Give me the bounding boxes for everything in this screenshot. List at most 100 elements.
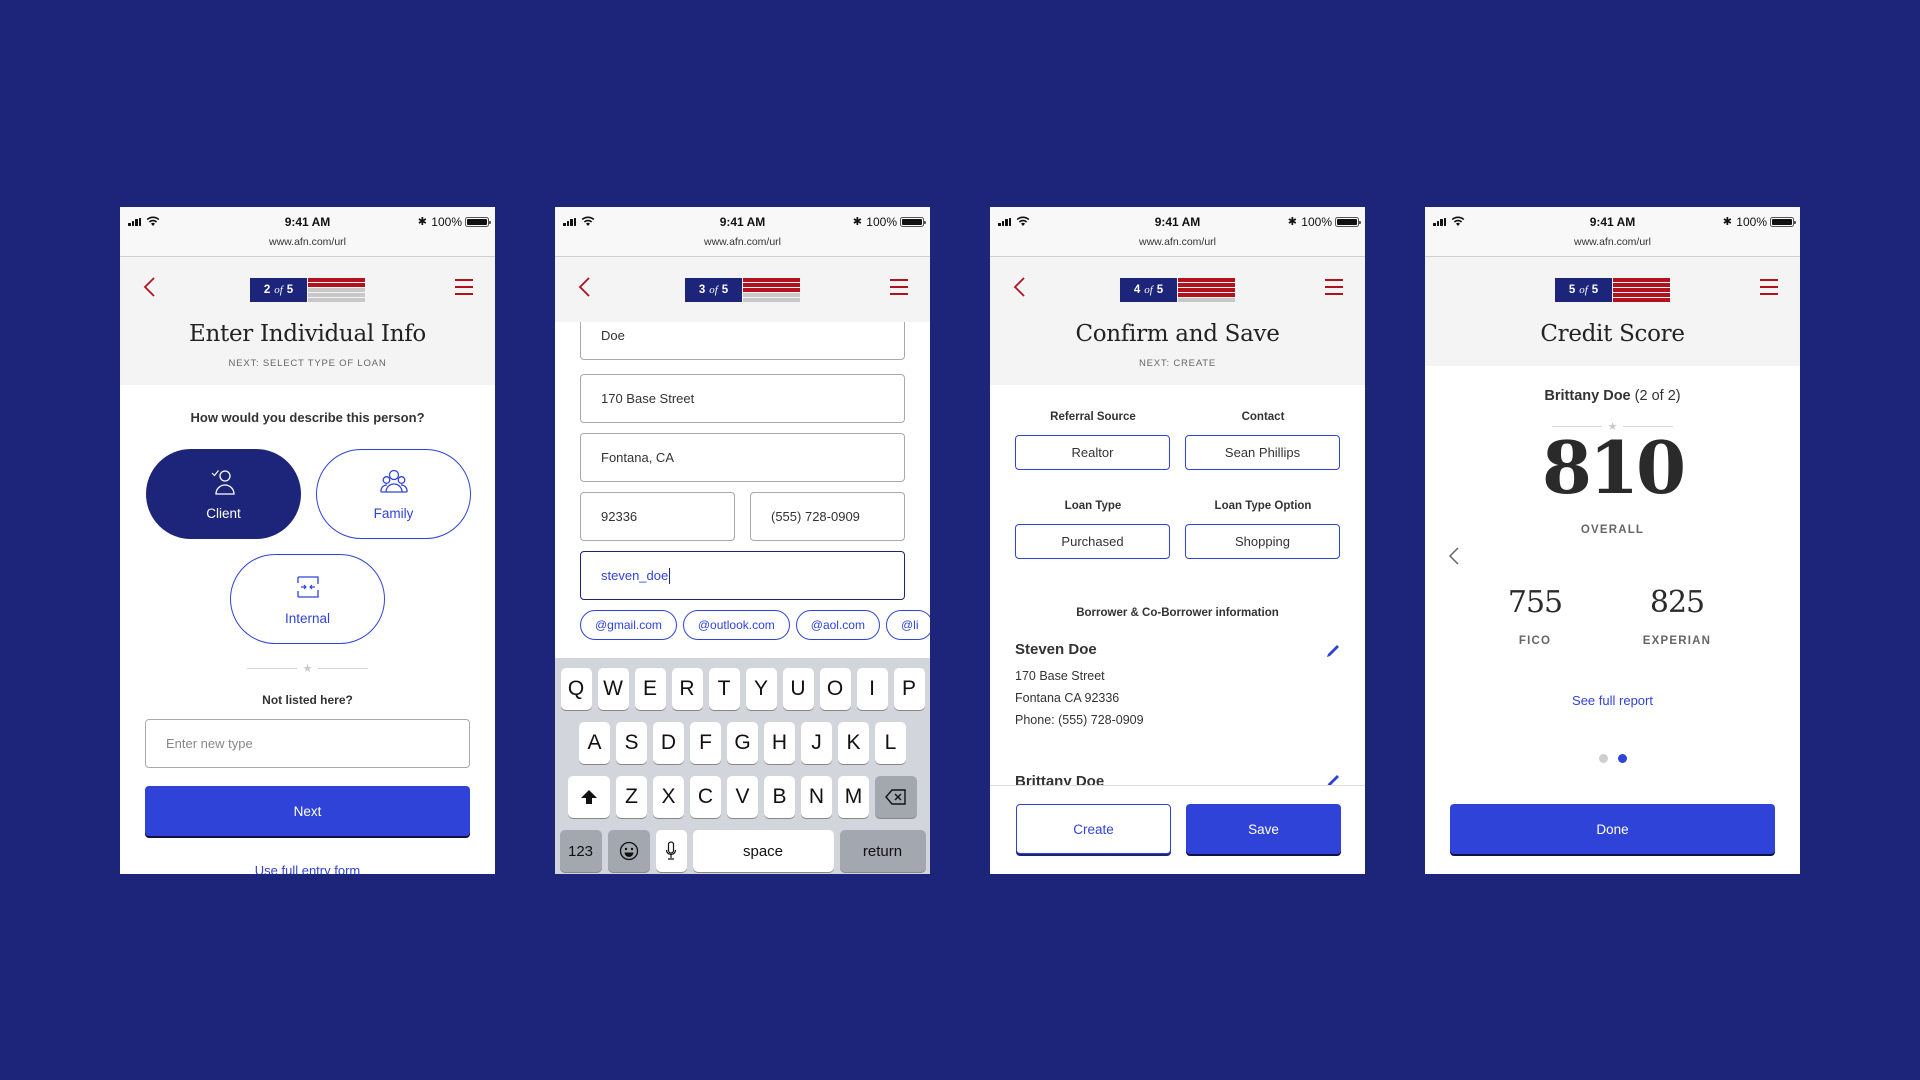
battery-percent: 100% (1736, 215, 1767, 229)
space-key[interactable]: space (692, 830, 834, 872)
hamburger-menu-icon[interactable] (1760, 279, 1778, 295)
progress-stripes (1178, 278, 1235, 302)
shift-key[interactable] (568, 776, 610, 818)
key[interactable]: F (690, 722, 721, 764)
experian-label: EXPERIAN (1642, 635, 1712, 647)
key[interactable]: H (764, 722, 795, 764)
option-internal[interactable]: Internal (230, 554, 385, 644)
key[interactable]: G (727, 722, 758, 764)
key[interactable]: E (634, 668, 666, 710)
done-button[interactable]: Done (1450, 804, 1775, 854)
backspace-icon (885, 789, 906, 805)
hamburger-menu-icon[interactable] (890, 279, 908, 295)
fico-score: 755 (1507, 585, 1563, 620)
internal-transfer-icon (296, 575, 319, 598)
new-type-input[interactable] (145, 719, 470, 768)
experian-score: 825 (1649, 585, 1705, 620)
option-label: Internal (284, 610, 331, 626)
key[interactable]: P (893, 668, 925, 710)
city-state-field[interactable]: Fontana, CA (580, 433, 905, 482)
progress-stripe-complete (743, 278, 800, 283)
back-chevron-icon[interactable] (577, 276, 593, 298)
phone-screen-enter-individual-info: 9:41 AM ✱ 100% www.afn.com/url 2 of 5 Ente… (120, 207, 495, 874)
key[interactable]: L (875, 722, 906, 764)
step-of: of (274, 284, 283, 296)
emoji-key[interactable] (607, 830, 650, 872)
key[interactable]: T (708, 668, 740, 710)
progress-stripes (308, 278, 365, 302)
url-bar[interactable]: www.afn.com/url (555, 236, 930, 248)
zip-field[interactable]: 92336 (580, 492, 735, 541)
pencil-edit-icon[interactable] (1325, 643, 1341, 659)
option-client[interactable]: Client (146, 449, 301, 539)
hamburger-menu-icon[interactable] (1325, 279, 1343, 295)
suggestion-chip[interactable]: @gmail.com (580, 610, 677, 640)
key[interactable]: D (653, 722, 684, 764)
see-full-report-link[interactable]: See full report (1425, 693, 1800, 708)
loan-type-value[interactable]: Purchased (1015, 524, 1170, 559)
contact-label: Contact (1241, 411, 1285, 423)
back-chevron-icon[interactable] (1012, 276, 1028, 298)
url-bar[interactable]: www.afn.com/url (1425, 236, 1800, 248)
back-chevron-icon[interactable] (142, 276, 158, 298)
loan-type-option-label: Loan Type Option (1214, 500, 1312, 512)
email-field[interactable]: steven_doe (580, 551, 905, 600)
url-bar[interactable]: www.afn.com/url (120, 236, 495, 248)
page-dot-active[interactable] (1617, 754, 1627, 763)
borrower-heading: Brittany Doe (2 of 2) (1425, 388, 1800, 404)
screen-header: 2 of 5 Enter Individual Info NEXT: SELECT … (120, 257, 495, 385)
loan-type-option-value[interactable]: Shopping (1185, 524, 1340, 559)
hamburger-menu-icon[interactable] (455, 279, 473, 295)
key[interactable]: N (801, 776, 832, 818)
key[interactable]: S (616, 722, 647, 764)
microphone-icon (665, 841, 677, 860)
key[interactable]: R (671, 668, 703, 710)
progress-stripe-complete (1613, 278, 1670, 283)
create-button[interactable]: Create (1016, 804, 1171, 854)
full-entry-form-link[interactable]: Use full entry form (120, 863, 495, 874)
suggestion-chip[interactable]: @outlook.com (682, 610, 790, 640)
phone-screen-contact-entry: 9:41 AM ✱ 100% www.afn.com/url 3 of 5 Doe … (555, 207, 930, 874)
key[interactable]: W (597, 668, 629, 710)
suggestion-chip[interactable]: @li (885, 610, 930, 640)
key[interactable]: I (856, 668, 888, 710)
emoji-icon (619, 841, 638, 861)
battery-percent: 100% (431, 215, 462, 229)
key[interactable]: K (838, 722, 869, 764)
key[interactable]: O (819, 668, 851, 710)
return-key[interactable]: return (839, 830, 926, 872)
page-dot[interactable] (1598, 754, 1608, 763)
key[interactable]: Q (560, 668, 592, 710)
option-family[interactable]: Family (316, 449, 471, 539)
key[interactable]: Y (745, 668, 777, 710)
suggestion-chip[interactable]: @aol.com (795, 610, 880, 640)
key[interactable]: V (727, 776, 758, 818)
key[interactable]: Z (616, 776, 647, 818)
battery-icon (1770, 217, 1796, 227)
key[interactable]: J (801, 722, 832, 764)
next-button[interactable]: Next (145, 786, 470, 836)
progress-stripe-complete (1613, 297, 1670, 302)
key[interactable]: B (764, 776, 795, 818)
referral-source-value[interactable]: Realtor (1015, 435, 1170, 470)
next-step-subtitle: NEXT: CREATE (1139, 358, 1216, 369)
key[interactable]: C (690, 776, 721, 818)
step-progress: 3 of 5 (685, 278, 800, 302)
key[interactable]: U (782, 668, 814, 710)
dictation-key[interactable] (655, 830, 687, 872)
progress-stripe-complete (743, 287, 800, 293)
phone-field[interactable]: (555) 728-0909 (750, 492, 905, 541)
street-field[interactable]: 170 Base Street (580, 374, 905, 423)
url-bar[interactable]: www.afn.com/url (990, 236, 1365, 248)
page-title: Credit Score (1540, 321, 1685, 347)
email-domain-suggestions: @gmail.com @outlook.com @aol.com @li (580, 610, 930, 640)
key[interactable]: X (653, 776, 684, 818)
key[interactable]: M (838, 776, 869, 818)
key[interactable]: A (579, 722, 610, 764)
battery-percent: 100% (1301, 215, 1332, 229)
contact-value[interactable]: Sean Phillips (1185, 435, 1340, 470)
save-button[interactable]: Save (1186, 804, 1341, 854)
backspace-key[interactable] (875, 776, 917, 818)
numbers-key[interactable]: 123 (559, 830, 602, 872)
previous-chevron-icon[interactable] (1447, 546, 1461, 566)
